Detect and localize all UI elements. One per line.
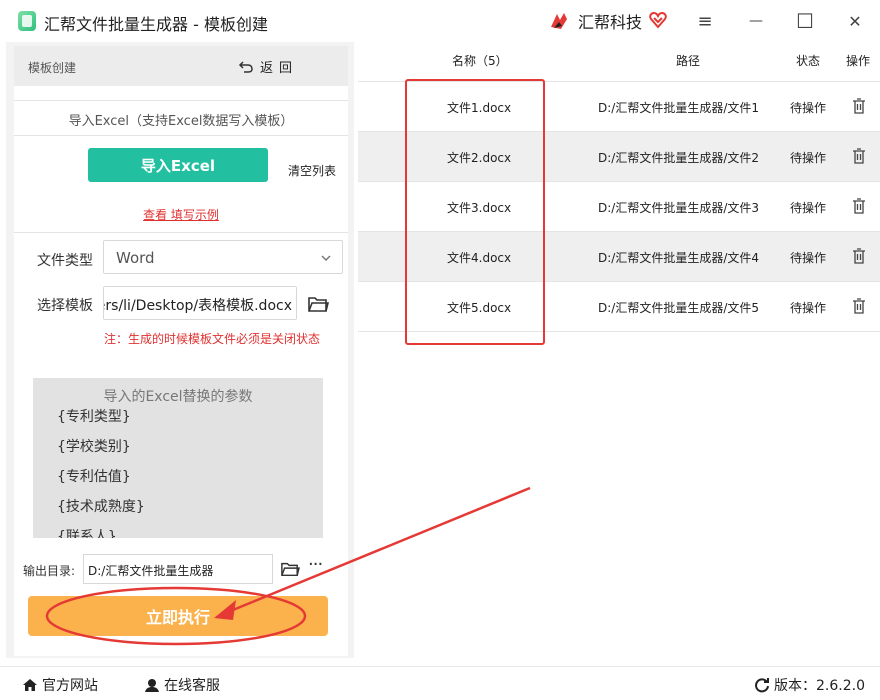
- window-title: 汇帮文件批量生成器 - 模板创建: [44, 15, 268, 34]
- home-icon: [23, 679, 37, 691]
- params-box[interactable]: 导入的Excel替换的参数 {专利类型} {学校类别} {专利估值} {技术成熟…: [33, 378, 323, 538]
- table-row[interactable]: 文件4.docx D:/汇帮文件批量生成器/文件4 待操作: [358, 231, 880, 281]
- template-label: 选择模板: [37, 298, 93, 314]
- output-dir-input[interactable]: D:/汇帮文件批量生成器: [83, 554, 273, 584]
- row-name: 文件4.docx: [447, 251, 512, 265]
- file-type-label: 文件类型: [37, 253, 93, 269]
- online-support-link[interactable]: 在线客服: [144, 675, 220, 695]
- row-name: 文件2.docx: [447, 151, 512, 165]
- online-support-label: 在线客服: [164, 678, 220, 694]
- divider: [14, 100, 348, 101]
- table-row[interactable]: 文件2.docx D:/汇帮文件批量生成器/文件2 待操作: [358, 131, 880, 181]
- refresh-icon: [755, 678, 769, 693]
- param-item: {专利估值}: [57, 469, 131, 485]
- title-bar: 汇帮文件批量生成器 - 模板创建 汇帮科技 ≡ — ☐ ✕: [0, 0, 880, 42]
- breadcrumb-bar: 模板创建 返回: [14, 46, 348, 86]
- divider: [14, 232, 348, 233]
- official-website-link[interactable]: 官方网站: [22, 675, 98, 695]
- breadcrumb: 模板创建: [28, 61, 77, 75]
- table-row[interactable]: 文件1.docx D:/汇帮文件批量生成器/文件1 待操作: [358, 81, 880, 131]
- example-link[interactable]: 查看 填写示例: [14, 206, 348, 223]
- row-status: 待操作: [790, 151, 827, 165]
- official-website-label: 官方网站: [42, 678, 98, 694]
- close-icon[interactable]: ✕: [844, 10, 866, 32]
- row-name: 文件3.docx: [447, 201, 512, 215]
- back-arrow-icon: [238, 60, 253, 73]
- column-header-status[interactable]: 状态: [796, 52, 820, 69]
- template-path-input[interactable]: ers/li/Desktop/表格模板.docx: [103, 286, 297, 320]
- trash-icon[interactable]: [852, 148, 866, 164]
- heart-icon[interactable]: [648, 10, 668, 30]
- row-path: D:/汇帮文件批量生成器/文件5: [598, 301, 760, 315]
- row-name: 文件5.docx: [447, 301, 512, 315]
- table-row[interactable]: 文件5.docx D:/汇帮文件批量生成器/文件5 待操作: [358, 281, 880, 331]
- trash-icon[interactable]: [852, 248, 866, 264]
- table-row[interactable]: 文件3.docx D:/汇帮文件批量生成器/文件3 待操作: [358, 181, 880, 231]
- version-label: 版本：2.6.2.0: [774, 678, 865, 694]
- support-icon: [145, 679, 159, 692]
- row-path: D:/汇帮文件批量生成器/文件1: [598, 101, 760, 115]
- row-path: D:/汇帮文件批量生成器/文件3: [598, 201, 760, 215]
- divider: [14, 135, 348, 136]
- menu-icon[interactable]: ≡: [694, 10, 716, 32]
- app-icon: [18, 11, 36, 31]
- row-status: 待操作: [790, 251, 827, 265]
- column-header-action: 操作: [846, 54, 871, 68]
- run-now-button[interactable]: 立即执行: [28, 596, 328, 636]
- column-header-name[interactable]: 名称（5）: [452, 52, 508, 69]
- back-label: 返回: [260, 61, 299, 76]
- row-status: 待操作: [790, 201, 827, 215]
- version-info[interactable]: 版本：2.6.2.0: [754, 675, 865, 695]
- row-name: 文件1.docx: [447, 101, 512, 115]
- trash-icon[interactable]: [852, 98, 866, 114]
- template-form: 模板创建 返回 导入Excel（支持Excel数据写入模板） 导入Excel 清…: [14, 46, 348, 656]
- param-item: {技术成熟度}: [57, 499, 145, 515]
- template-path-value: ers/li/Desktop/表格模板.docx: [103, 298, 292, 314]
- row-status: 待操作: [790, 101, 827, 115]
- clear-list-button[interactable]: 清空列表: [288, 162, 336, 179]
- brand-logo-icon: [551, 13, 567, 29]
- row-path: D:/汇帮文件批量生成器/文件4: [598, 251, 760, 265]
- trash-icon[interactable]: [852, 298, 866, 314]
- params-title: 导入的Excel替换的参数: [103, 389, 253, 405]
- maximize-icon[interactable]: ☐: [794, 9, 816, 33]
- left-panel: 模板创建 返回 导入Excel（支持Excel数据写入模板） 导入Excel 清…: [6, 42, 354, 658]
- status-bar: 官方网站 在线客服 版本：2.6.2.0: [0, 666, 880, 700]
- row-path: D:/汇帮文件批量生成器/文件2: [598, 151, 760, 165]
- output-dir-value: D:/汇帮文件批量生成器: [88, 564, 214, 578]
- row-status: 待操作: [790, 301, 827, 315]
- trash-icon[interactable]: [852, 198, 866, 214]
- minimize-icon[interactable]: —: [745, 10, 767, 32]
- brand-name: 汇帮科技: [578, 13, 643, 32]
- template-warning: 注：生成的时候模板文件必须是关闭状态: [104, 332, 321, 346]
- file-table: 名称（5） 路径 状态 操作 文件1.docx D:/汇帮文件批量生成器/文件1…: [356, 42, 880, 332]
- import-excel-button[interactable]: 导入Excel: [88, 148, 268, 182]
- param-item: {专利类型}: [57, 409, 131, 425]
- folder-icon[interactable]: [280, 560, 300, 578]
- column-header-path[interactable]: 路径: [676, 52, 700, 69]
- folder-icon[interactable]: [307, 294, 329, 314]
- divider: [358, 331, 880, 332]
- param-item: {联系人}: [57, 529, 117, 538]
- brand[interactable]: 汇帮科技: [548, 9, 642, 33]
- param-item: {学校类别}: [57, 439, 131, 455]
- chevron-down-icon: [321, 255, 331, 262]
- file-type-select[interactable]: Word: [103, 240, 343, 274]
- file-type-value: Word: [116, 249, 155, 267]
- more-icon[interactable]: ···: [308, 556, 328, 578]
- output-dir-label: 输出目录:: [23, 564, 76, 578]
- back-button[interactable]: 返回: [238, 57, 298, 76]
- import-hint: 导入Excel（支持Excel数据写入模板）: [68, 114, 294, 129]
